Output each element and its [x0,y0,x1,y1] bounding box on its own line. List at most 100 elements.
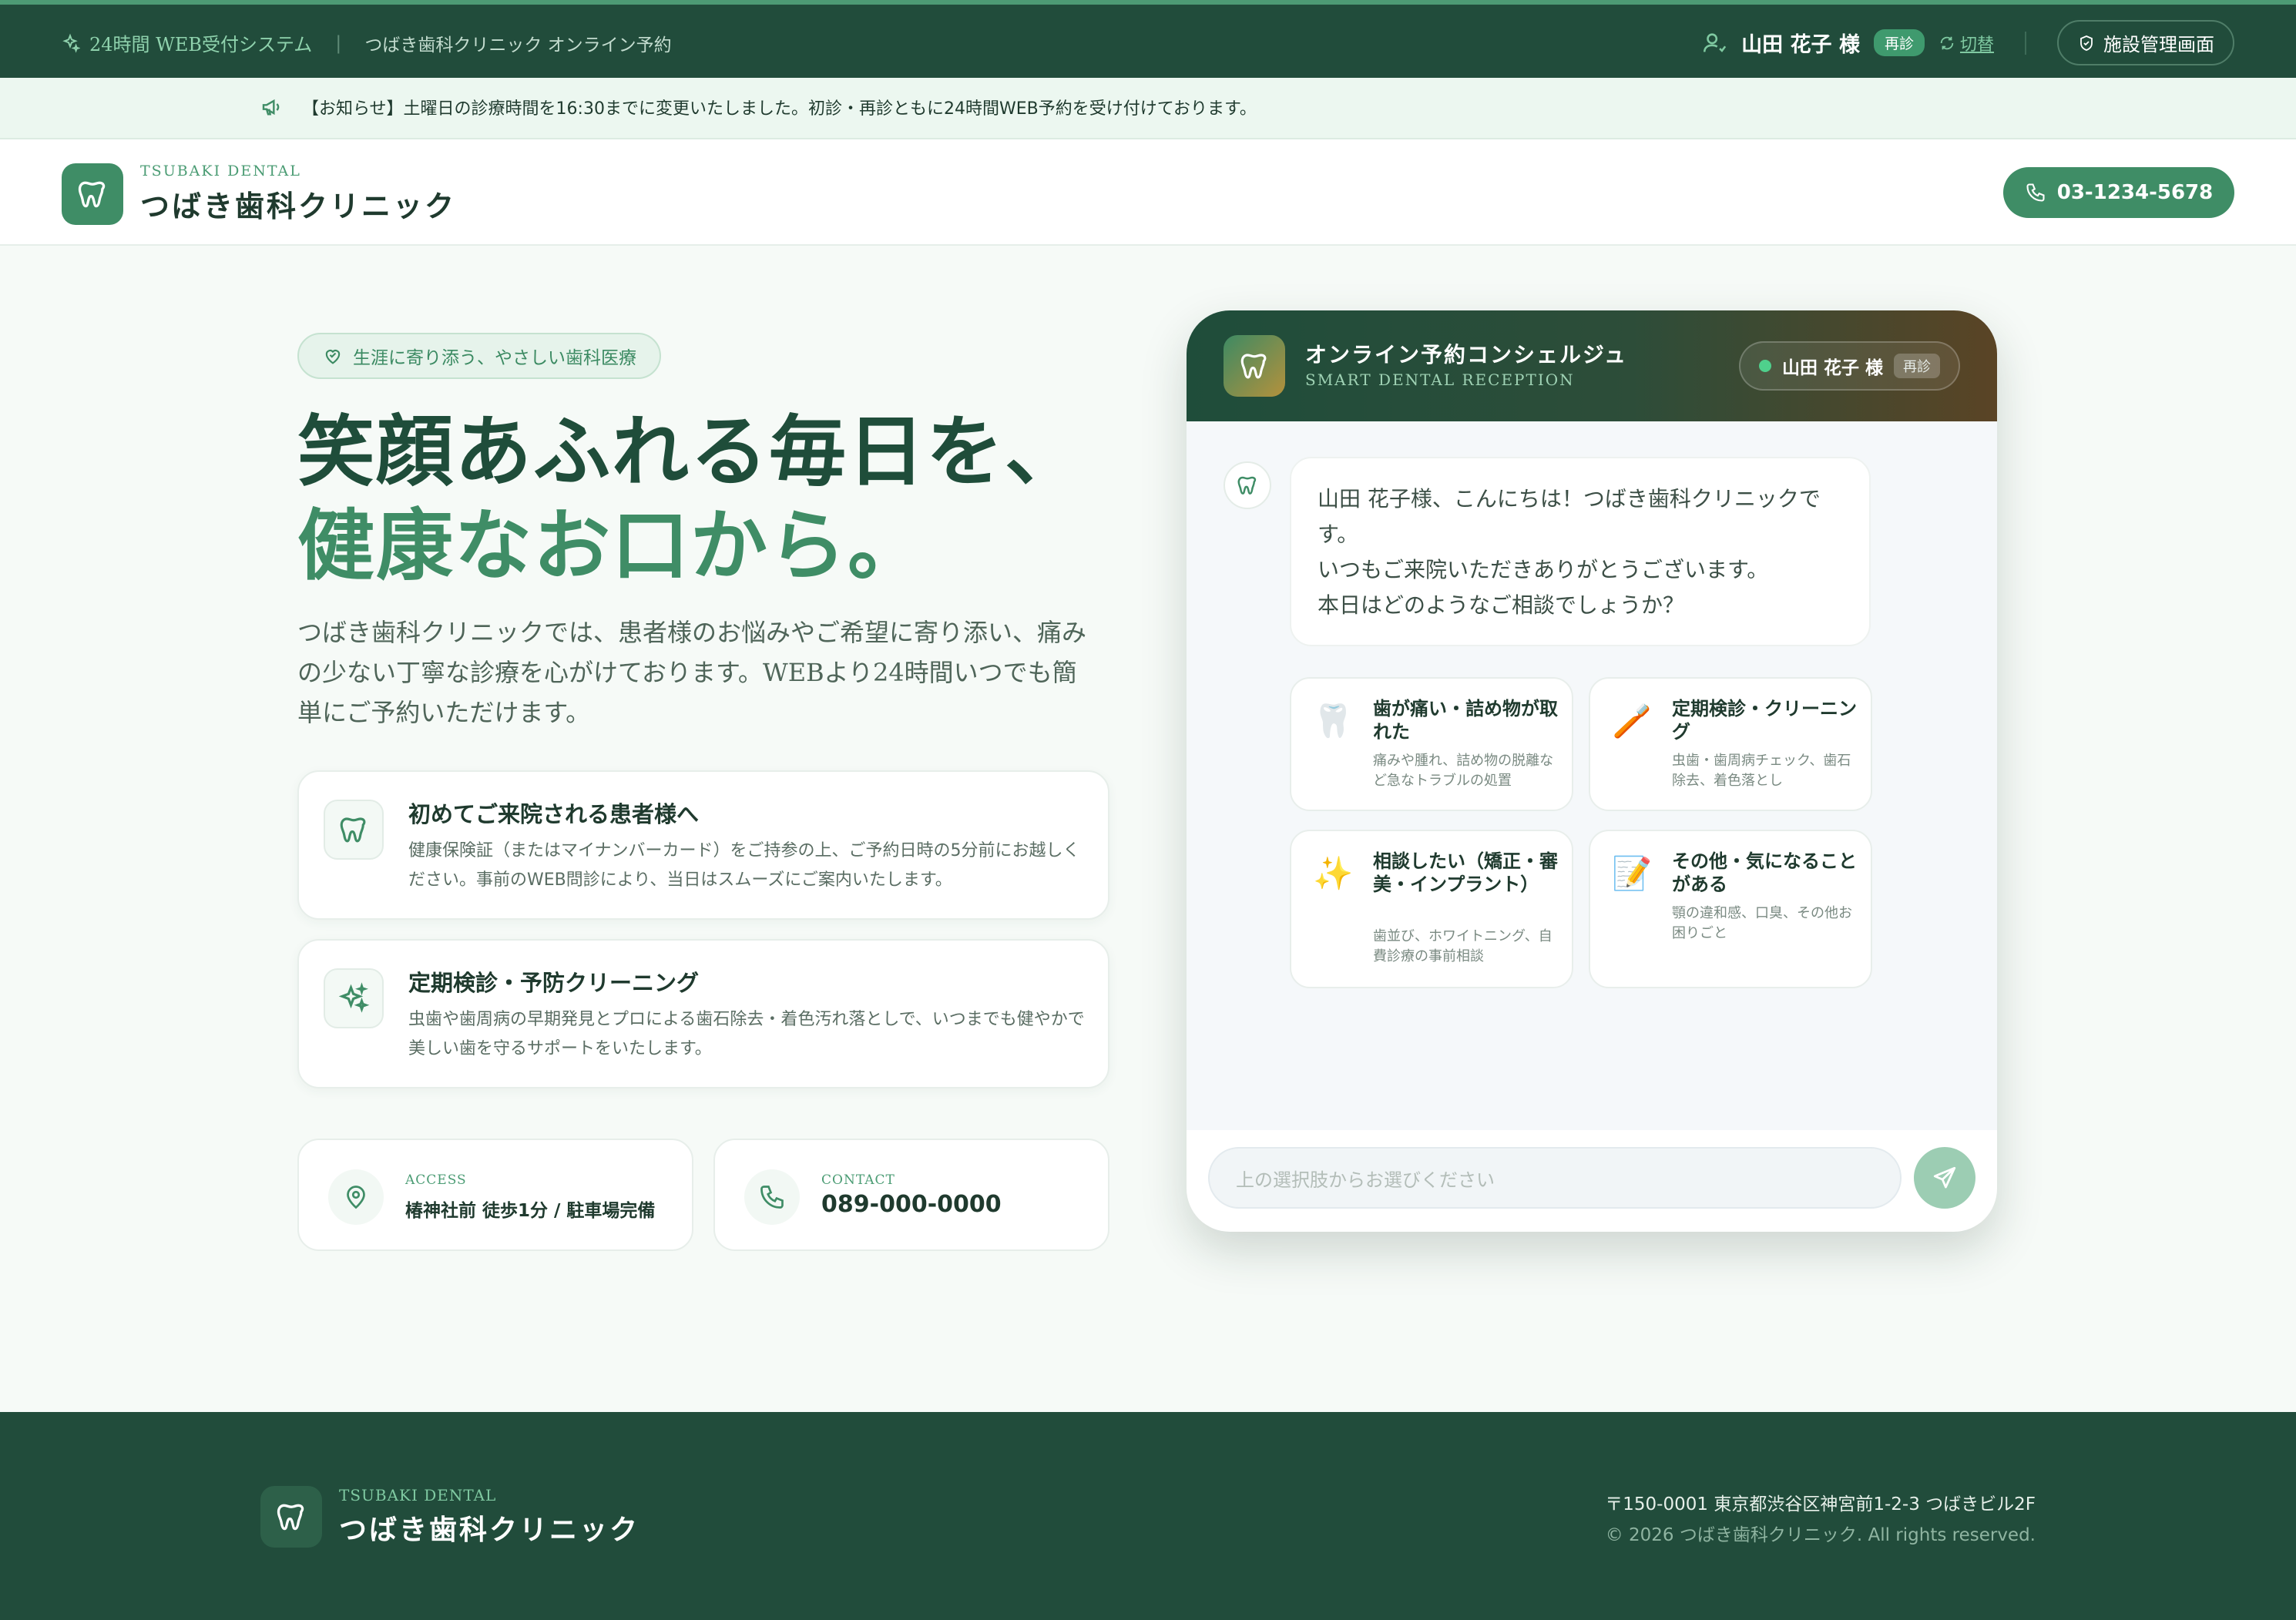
chat-user-badge: 再診 [1894,354,1940,378]
footer-logo: TSUBAKI DENTAL つばき歯科クリニック [260,1486,639,1548]
chat-subtitle: SMART DENTAL RECEPTION [1305,371,1575,389]
notice-text: 【お知らせ】土曜日の診療時間を16:30までに変更いたしました。初診・再診ともに… [302,99,1257,119]
hero-title-line2: 健康なお口から。 [297,500,926,591]
user-status-badge: 再診 [1873,29,1925,56]
option-desc: 歯並び、ホワイトニング、自費診療の事前相談 [1373,928,1552,964]
site-logo[interactable]: TSUBAKI DENTAL つばき歯科クリニック [62,163,456,225]
checkup-title: 定期検診・予防クリーニング [408,970,700,996]
top-bar-right: 山田 花子 様 再診 切替 施設管理画面 [1701,20,2234,65]
top-bar: 24時間 WEB受付システム | つばき歯科クリニック オンライン予約 山田 花… [0,0,2296,78]
option-consultation[interactable]: ✨ 相談したい（矯正・審美・インプラント） 歯並び、ホワイトニング、自費診療の事… [1290,830,1573,988]
access-icon-box [328,1169,384,1225]
footer-address-block: 〒150-0001 東京都渋谷区神宮前1-2-3 つばきビル2F © 2026 … [1605,1489,2036,1551]
logo-mark [62,163,123,225]
checkup-text: 虫歯や歯周病の早期発見とプロによる歯石除去・着色汚れ落としで、いつまでも健やかで… [408,1010,1085,1058]
option-other[interactable]: 📝 その他・気になることがある 顎の違和感、口臭、その他お困りごと [1589,830,1872,988]
footer-logo-subtitle: TSUBAKI DENTAL [339,1486,497,1504]
option-title: 歯が痛い・詰め物が取れた [1373,697,1558,743]
chat-user-name: 山田 花子 様 [1781,358,1883,378]
tooth-icon [1237,476,1257,495]
switch-user-link[interactable]: 切替 [1939,31,1994,55]
top-bar-left: 24時間 WEB受付システム | つばき歯科クリニック オンライン予約 [60,29,672,56]
footer-address: 〒150-0001 東京都渋谷区神宮前1-2-3 つばきビル2F [1605,1494,2036,1514]
contact-value[interactable]: 089-000-0000 [821,1191,1002,1218]
contact-icon-box [744,1169,800,1225]
access-label: ACCESS [405,1172,467,1188]
admin-button[interactable]: 施設管理画面 [2057,20,2234,65]
option-checkup[interactable]: 🪥 定期検診・クリーニング 虫歯・歯周病チェック、歯石除去、着色落とし [1589,677,1872,811]
phone-button[interactable]: 03-1234-5678 [2003,167,2234,218]
clinic-label: つばき歯科クリニック オンライン予約 [364,35,672,55]
tooth-icon [1240,354,1267,379]
access-value: 椿神社前 徒歩1分 / 駐車場完備 [405,1201,656,1221]
user-icon [1704,32,1727,52]
chat-body: 山田 花子様、こんにちは！つばき歯科クリニックで す。 いつもご来院いただきあり… [1187,421,1997,1130]
option-desc: 顎の違和感、口臭、その他お困りごと [1672,905,1852,941]
first-visit-title: 初めてご来院される患者様へ [408,801,700,827]
bot-message-line: いつもご来院いただきありがとうございます。 [1318,557,1769,582]
site-footer: TSUBAKI DENTAL つばき歯科クリニック 〒150-0001 東京都渋… [0,1412,2296,1620]
option-desc: 痛みや腫れ、詰め物の脱離など急なトラブルの処置 [1373,753,1554,789]
refresh-icon [1940,36,1954,49]
contact-card: CONTACT 089-000-0000 [713,1139,1109,1251]
footer-logo-name: つばき歯科クリニック [339,1514,640,1546]
site-header: TSUBAKI DENTAL つばき歯科クリニック 03-1234-5678 [0,139,2296,246]
logo-subtitle: TSUBAKI DENTAL [140,163,301,179]
sparkles-emoji-icon: ✨ [1313,854,1354,892]
option-desc: 虫歯・歯周病チェック、歯石除去、着色落とし [1672,753,1851,789]
chat-widget: オンライン予約コンシェルジュ SMART DENTAL RECEPTION 山田… [1187,310,1997,1232]
option-title: 定期検診・クリーニング [1672,697,1857,743]
shield-check-icon [2080,35,2093,51]
map-pin-icon [347,1186,365,1209]
user-name: 山田 花子 様 [1741,33,1860,57]
chat-user-pill: 山田 花子 様 再診 [1738,341,1960,391]
phone-icon [760,1186,784,1209]
option-toothache[interactable]: 🦷 歯が痛い・詰め物が取れた 痛みや腫れ、詰め物の脱離など急なトラブルの処置 [1290,677,1573,811]
checkup-card: 定期検診・予防クリーニング 虫歯や歯周病の早期発見とプロによる歯石除去・着色汚れ… [297,939,1109,1088]
chat-input[interactable]: 上の選択肢からお選びください [1208,1147,1902,1209]
notice-inner: 【お知らせ】土曜日の診療時間を16:30までに変更いたしました。初診・再診ともに… [260,95,1257,119]
tooth-emoji-icon: 🦷 [1313,702,1354,740]
checkup-icon-box [324,968,384,1028]
top-bar-divider [2025,31,2026,55]
tooth-icon [340,817,366,843]
phone-icon [2026,183,2045,202]
hero-tagline-text: 生涯に寄り添う、やさしい歯科医療 [353,348,636,368]
hero-tagline: 生涯に寄り添う、やさしい歯科医療 [297,333,661,379]
chat-header: オンライン予約コンシェルジュ SMART DENTAL RECEPTION 山田… [1187,310,1997,421]
notice-bar: 【お知らせ】土曜日の診療時間を16:30までに変更いたしました。初診・再診ともに… [0,78,2296,139]
switch-label: 切替 [1959,35,1994,55]
system-label-text: 24時間 WEB受付システム [89,34,313,55]
bot-message-bubble: 山田 花子様、こんにちは！つばき歯科クリニックで す。 いつもご来院いただきあり… [1290,457,1871,646]
first-visit-icon-box [324,800,384,860]
logo-text: TSUBAKI DENTAL つばき歯科クリニック [140,163,456,225]
hero-title-line1: 笑顔あふれる毎日を、 [297,406,1083,497]
send-button[interactable] [1914,1147,1975,1209]
hero-description: つばき歯科クリニックでは、患者様のお悩みやご希望に寄り添い、痛みの少ない丁寧な診… [297,618,1087,727]
logo-name: つばき歯科クリニック [140,189,457,223]
bot-message-line: 本日はどのようなご相談でしょうか？ [1318,592,1685,618]
bot-message-line: す。 [1318,522,1359,547]
send-icon [1933,1166,1956,1189]
footer-copyright: © 2026 つばき歯科クリニック. All rights reserved. [1605,1525,2036,1545]
chat-title: オンライン予約コンシェルジュ [1305,342,1628,367]
sparkles-icon [338,982,370,1013]
tooth-icon [78,181,106,207]
megaphone-icon [262,99,280,116]
contact-label: CONTACT [821,1172,895,1188]
first-visit-text: 健康保険証（またはマイナンバーカード）をご持参の上、ご予約日時の5分前にお越しく… [408,841,1080,890]
system-label: 24時間 WEB受付システム [60,29,312,56]
sparkles-icon [62,33,80,53]
first-visit-card: 初めてご来院される患者様へ 健康保険証（またはマイナンバーカード）をご持参の上、… [297,770,1109,920]
footer-logo-mark [260,1486,322,1548]
heart-icon [325,350,341,364]
online-status-dot [1758,360,1771,372]
hero-title: 笑顔あふれる毎日を、 健康なお口から。 [297,404,1083,592]
admin-button-label: 施設管理画面 [2103,34,2214,55]
bot-avatar [1224,461,1271,509]
option-title: 相談したい（矯正・審美・インプラント） [1373,850,1558,895]
footer-logo-text: TSUBAKI DENTAL つばき歯科クリニック [339,1486,639,1548]
toothbrush-emoji-icon: 🪥 [1612,702,1653,740]
access-card: ACCESS 椿神社前 徒歩1分 / 駐車場完備 [297,1139,693,1251]
option-title: その他・気になることがある [1672,850,1857,895]
